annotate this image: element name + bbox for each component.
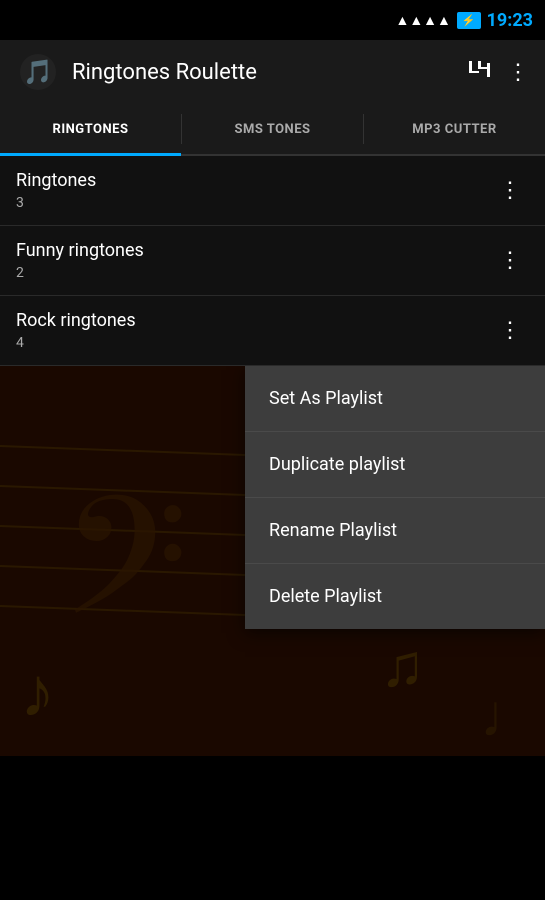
svg-text:♫: ♫ <box>380 633 425 699</box>
battery-icon: ⚡ <box>457 12 481 29</box>
playlist-name-ringtones: Ringtones <box>16 170 96 191</box>
context-menu-item-set-as-playlist[interactable]: Set As Playlist <box>245 366 545 432</box>
playlist-item-rock[interactable]: Rock ringtones 4 ⋮ <box>0 296 545 366</box>
svg-text:♩: ♩ <box>480 683 540 749</box>
playlist-item-funny[interactable]: Funny ringtones 2 ⋮ <box>0 226 545 296</box>
playlist-info-funny: Funny ringtones 2 <box>16 240 144 281</box>
context-menu-item-rename-playlist[interactable]: Rename Playlist <box>245 498 545 564</box>
context-menu-item-duplicate-playlist[interactable]: Duplicate playlist <box>245 432 545 498</box>
playlist-count-ringtones: 3 <box>16 195 96 211</box>
filter-icon[interactable] <box>467 57 491 87</box>
playlist-name-rock: Rock ringtones <box>16 310 136 331</box>
playlist-item-ringtones[interactable]: Ringtones 3 ⋮ <box>0 156 545 226</box>
app-title: Ringtones Roulette <box>72 60 455 85</box>
playlist-overflow-rock[interactable]: ⋮ <box>491 314 529 347</box>
playlist-info-ringtones: Ringtones 3 <box>16 170 96 211</box>
tab-mp3-cutter[interactable]: MP3 CUTTER <box>364 104 545 154</box>
tab-sms-tones[interactable]: SMS TONES <box>182 104 363 154</box>
svg-text:𝄢: 𝄢 <box>60 469 189 690</box>
playlist-name-funny: Funny ringtones <box>16 240 144 261</box>
signal-icon: ▲▲▲▲ <box>395 12 450 29</box>
status-bar: ▲▲▲▲ ⚡ 19:23 <box>0 0 545 40</box>
background-area: 𝄢 ♩ ♫ ♪ ♪ ♩ Set As Playlist Duplicate pl… <box>0 366 545 756</box>
playlist-info-rock: Rock ringtones 4 <box>16 310 136 351</box>
context-menu: Set As Playlist Duplicate playlist Renam… <box>245 366 545 629</box>
playlist-overflow-ringtones[interactable]: ⋮ <box>491 174 529 207</box>
context-menu-item-delete-playlist[interactable]: Delete Playlist <box>245 564 545 629</box>
tab-bar: RINGTONES SMS TONES MP3 CUTTER <box>0 104 545 156</box>
app-logo: 🎵 <box>16 50 60 94</box>
tab-ringtones[interactable]: RINGTONES <box>0 104 181 154</box>
playlist-count-funny: 2 <box>16 265 144 281</box>
playlist-count-rock: 4 <box>16 335 136 351</box>
playlist-overflow-funny[interactable]: ⋮ <box>491 244 529 277</box>
playlist-container: Ringtones 3 ⋮ Funny ringtones 2 ⋮ Rock r… <box>0 156 545 366</box>
svg-text:🎵: 🎵 <box>23 58 53 86</box>
overflow-menu-icon[interactable]: ⋮ <box>507 60 529 85</box>
app-bar-actions: ⋮ <box>467 57 529 87</box>
time-display: 19:23 <box>487 10 533 31</box>
app-bar: 🎵 Ringtones Roulette ⋮ <box>0 40 545 104</box>
svg-text:♪: ♪ <box>20 655 55 732</box>
status-icons: ▲▲▲▲ ⚡ 19:23 <box>395 10 533 31</box>
